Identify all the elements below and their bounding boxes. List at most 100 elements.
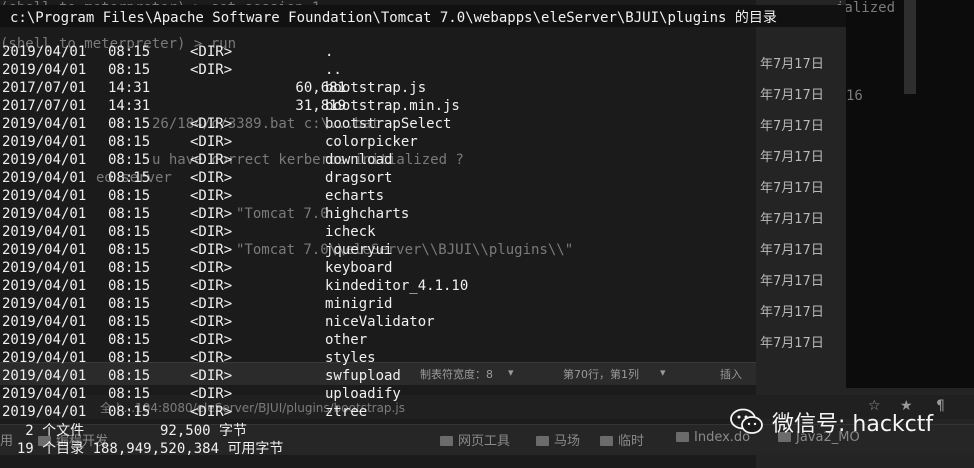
summary-files: 2 个文件 92,500 字节 xyxy=(0,423,248,439)
folder-icon xyxy=(440,436,453,446)
entry-date: 2017/07/01 xyxy=(2,98,87,114)
background-date: 年7月17日 xyxy=(760,336,824,351)
entry-dir-marker: <DIR> xyxy=(190,296,233,312)
entry-dir-marker: <DIR> xyxy=(190,62,233,78)
entry-name: highcharts xyxy=(325,206,410,222)
watermark-text: 微信号: hackctf xyxy=(772,412,934,437)
entry-date: 2019/04/01 xyxy=(2,188,87,204)
entry-time: 08:15 xyxy=(108,62,151,78)
background-date: 年7月17日 xyxy=(760,274,824,289)
entry-dir-marker: <DIR> xyxy=(190,260,233,276)
entry-time: 08:15 xyxy=(108,404,151,420)
entry-dir-marker: <DIR> xyxy=(190,314,233,330)
background-date: 年7月17日 xyxy=(760,119,824,134)
entry-time: 08:15 xyxy=(108,350,151,366)
entry-dir-marker: <DIR> xyxy=(190,278,233,294)
entry-time: 08:15 xyxy=(108,44,151,60)
directory-header: c:\Program Files\Apache Software Foundat… xyxy=(10,10,777,26)
entry-time: 08:15 xyxy=(108,134,151,150)
background-date: 年7月17日 xyxy=(760,57,824,72)
entry-date: 2019/04/01 xyxy=(2,134,87,150)
wechat-logo-icon xyxy=(730,408,763,434)
entry-name: ztree xyxy=(325,404,368,420)
entry-name: bootstrap.min.js xyxy=(325,98,460,114)
entry-name: other xyxy=(325,332,368,348)
entry-dir-marker: <DIR> xyxy=(190,134,233,150)
dropdown-caret-icon: ▾ xyxy=(508,366,514,379)
folder-icon xyxy=(600,436,613,446)
entry-dir-marker: <DIR> xyxy=(190,224,233,240)
entry-name: uploadify xyxy=(325,386,401,402)
entry-time: 08:15 xyxy=(108,242,151,258)
background-date: 年7月17日 xyxy=(760,181,824,196)
entry-name: dragsort xyxy=(325,170,393,186)
bookmark-item[interactable]: 网页工具 xyxy=(440,430,510,449)
entry-name: colorpicker xyxy=(325,134,418,150)
background-text-line: "Tomcat 7.0 xyxy=(236,206,329,222)
entry-time: 08:15 xyxy=(108,386,151,402)
entry-name: . xyxy=(325,44,334,60)
tab-width-status[interactable]: 制表符宽度：8 xyxy=(420,366,493,382)
entry-time: 14:31 xyxy=(108,80,151,96)
background-date: 年7月17日 xyxy=(760,243,824,258)
entry-time: 08:15 xyxy=(108,224,151,240)
entry-name: niceValidator xyxy=(325,314,435,330)
entry-dir-marker: <DIR> xyxy=(190,350,233,366)
background-date: 年7月17日 xyxy=(760,212,824,227)
entry-time: 08:15 xyxy=(108,116,151,132)
entry-time: 08:15 xyxy=(108,368,151,384)
entry-date: 2019/04/01 xyxy=(2,116,87,132)
entry-time: 08:15 xyxy=(108,332,151,348)
entry-dir-marker: <DIR> xyxy=(190,44,233,60)
entry-date: 2019/04/01 xyxy=(2,260,87,276)
entry-name: kindeditor_4.1.10 xyxy=(325,278,469,294)
entry-date: 2019/04/01 xyxy=(2,386,87,402)
entry-date: 2019/04/01 xyxy=(2,404,87,420)
entry-dir-marker: <DIR> xyxy=(190,116,233,132)
entry-name: swfupload xyxy=(325,368,401,384)
entry-name: .. xyxy=(325,62,342,78)
entry-name: bootstrapSelect xyxy=(325,116,452,132)
entry-date: 2017/07/01 xyxy=(2,80,87,96)
entry-name: bootstrap.js xyxy=(325,80,427,96)
folder-icon xyxy=(536,436,549,446)
wechat-watermark: 微信号: hackctf xyxy=(730,406,933,438)
bookmark-item[interactable]: 临时 xyxy=(600,430,644,449)
entry-time: 08:15 xyxy=(108,170,151,186)
entry-dir-marker: <DIR> xyxy=(190,242,233,258)
entry-date: 2019/04/01 xyxy=(2,62,87,78)
background-date: 年7月17日 xyxy=(760,150,824,165)
entry-time: 08:15 xyxy=(108,152,151,168)
entry-date: 2019/04/01 xyxy=(2,350,87,366)
bookmark-label: 临时 xyxy=(618,434,645,449)
entry-date: 2019/04/01 xyxy=(2,152,87,168)
entry-name: keyboard xyxy=(325,260,393,276)
bookmark-item[interactable]: 马场 xyxy=(536,430,580,449)
entry-date: 2019/04/01 xyxy=(2,206,87,222)
entry-date: 2019/04/01 xyxy=(2,314,87,330)
entry-date: 2019/04/01 xyxy=(2,368,87,384)
background-text-line: "Tomcat 7.0\\eleServer\\BJUI\\plugins\\" xyxy=(236,242,574,258)
insert-mode-status: 插入 xyxy=(720,368,742,381)
entry-dir-marker: <DIR> xyxy=(190,206,233,222)
entry-date: 2019/04/01 xyxy=(2,44,87,60)
folder-icon xyxy=(676,432,689,442)
entry-dir-marker: <DIR> xyxy=(190,170,233,186)
entry-date: 2019/04/01 xyxy=(2,242,87,258)
summary-directories: 19 个目录 188,949,520,384 可用字节 xyxy=(0,441,284,457)
entry-time: 08:15 xyxy=(108,188,151,204)
entry-date: 2019/04/01 xyxy=(2,296,87,312)
pilcrow-icon[interactable]: ¶ xyxy=(936,398,945,414)
entry-date: 2019/04/01 xyxy=(2,170,87,186)
entry-name: echarts xyxy=(325,188,385,204)
entry-dir-marker: <DIR> xyxy=(190,152,233,168)
cursor-position-status: 第70行，第1列 xyxy=(563,368,639,381)
entry-time: 08:15 xyxy=(108,278,151,294)
entry-dir-marker: <DIR> xyxy=(190,188,233,204)
entry-time: 08:15 xyxy=(108,206,151,222)
entry-name: styles xyxy=(325,350,376,366)
entry-time: 08:15 xyxy=(108,314,151,330)
entry-date: 2019/04/01 xyxy=(2,332,87,348)
entry-time: 08:15 xyxy=(108,296,151,312)
bookmark-label: 马场 xyxy=(554,434,581,449)
